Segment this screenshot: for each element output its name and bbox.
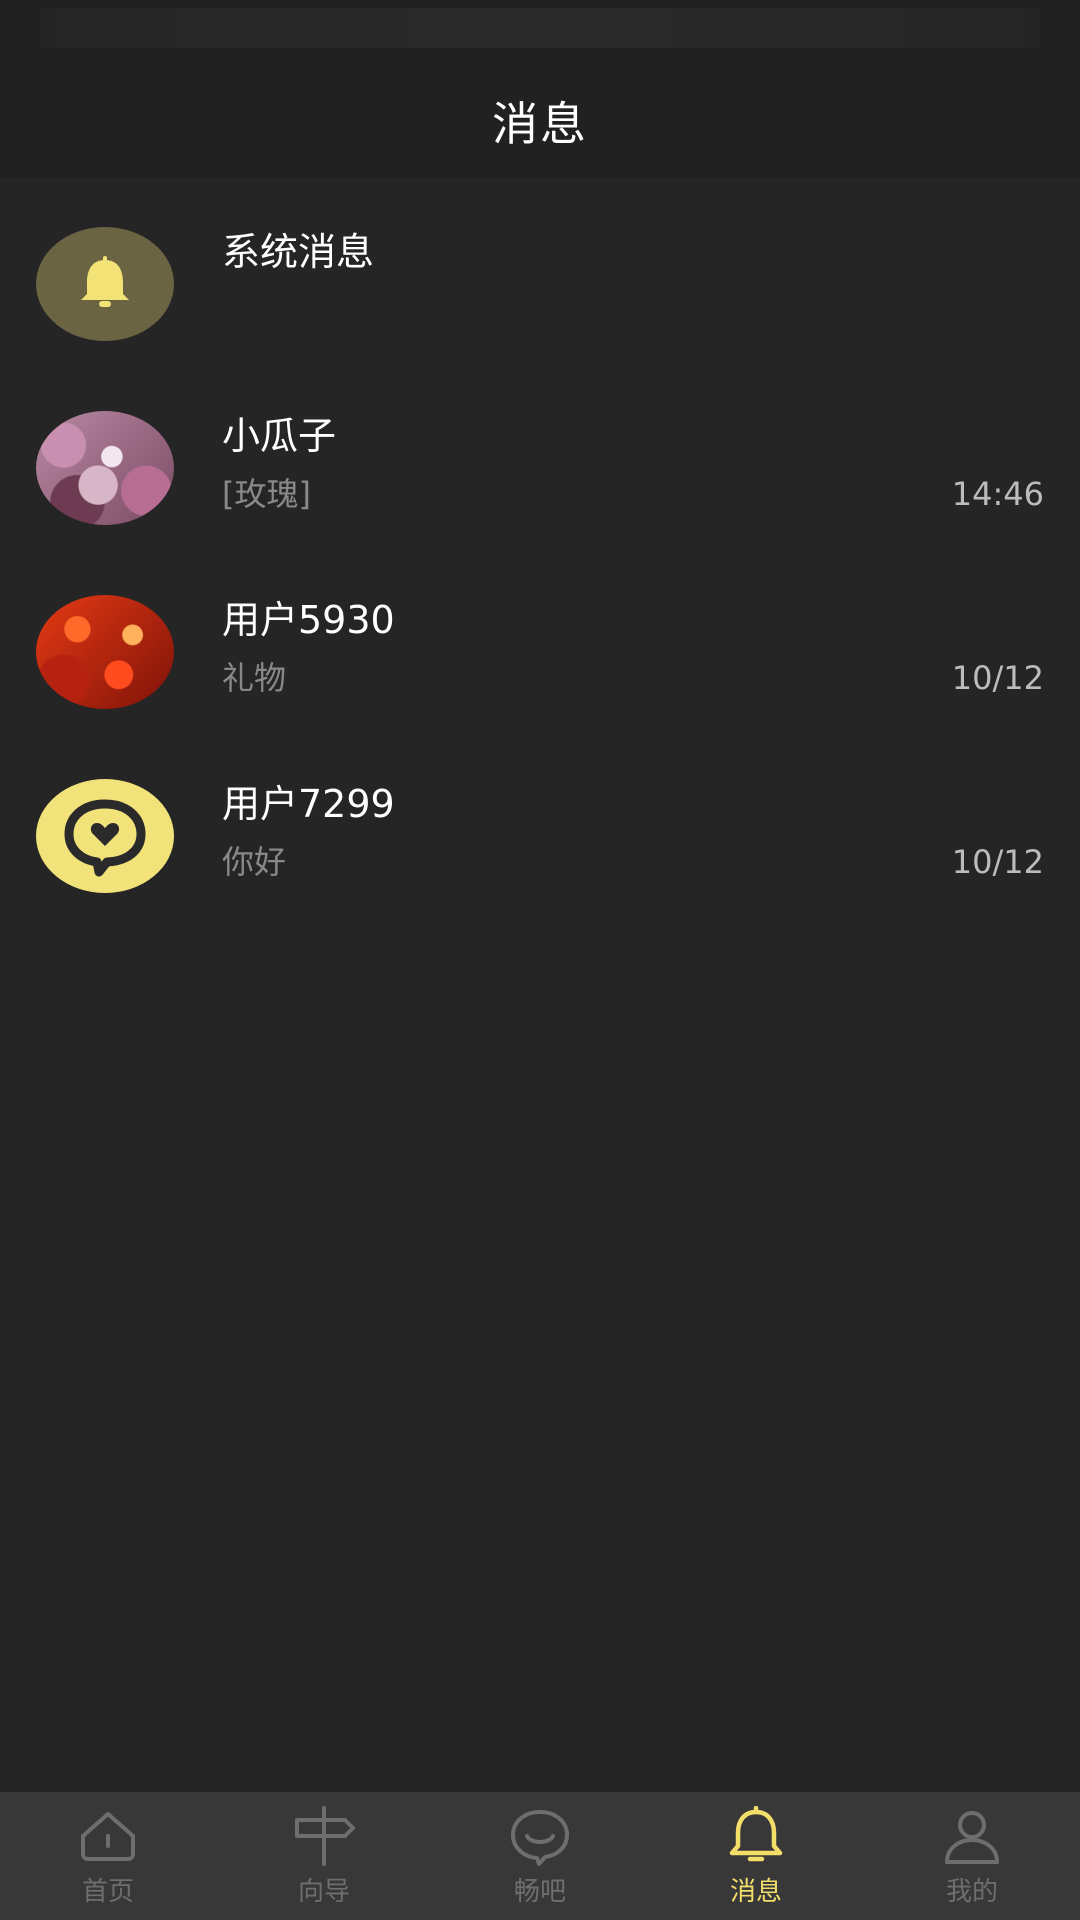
bell-icon <box>729 1806 783 1862</box>
status-bar <box>40 8 1040 48</box>
chat-heart-avatar <box>36 779 174 893</box>
conversation-preview: 你好 <box>222 843 287 881</box>
home-icon <box>81 1812 135 1861</box>
conversation-time: 10/12 <box>951 843 1044 881</box>
conversation-name: 用户7299 <box>222 782 395 826</box>
conversation-preview: [玫瑰] <box>222 475 311 513</box>
conversation-preview: 礼物 <box>222 659 287 697</box>
bell-avatar <box>36 227 174 341</box>
user-icon <box>945 1811 999 1864</box>
tab-messages[interactable]: 消息 <box>648 1792 864 1920</box>
bell-icon <box>81 256 129 307</box>
conversation-name: 小瓜子 <box>222 414 337 458</box>
messages-screen: 消息 系统消息 小瓜子 [玫瑰] 14:46 用户5930 礼物 10/12 用… <box>0 0 1080 1920</box>
tab-label: 向导 <box>297 1877 350 1907</box>
header: 消息 <box>0 0 1080 178</box>
conversation-name: 用户5930 <box>222 598 395 642</box>
chat-heart-icon <box>64 799 146 877</box>
conversation-item-user7299[interactable]: 用户7299 你好 10/12 <box>0 730 1080 914</box>
tab-profile[interactable]: 我的 <box>864 1792 1080 1920</box>
tab-label: 首页 <box>81 1877 134 1907</box>
chat-bubble-icon <box>511 1810 569 1866</box>
photo-avatar <box>36 411 174 525</box>
tab-label: 消息 <box>729 1877 782 1907</box>
conversation-item-xiaoguazi[interactable]: 小瓜子 [玫瑰] 14:46 <box>0 362 1080 546</box>
conversation-item-system[interactable]: 系统消息 <box>0 178 1080 362</box>
tab-home[interactable]: 首页 <box>0 1792 216 1920</box>
conversation-item-user5930[interactable]: 用户5930 礼物 10/12 <box>0 546 1080 730</box>
tab-changba[interactable]: 畅吧 <box>432 1792 648 1920</box>
conversation-time: 10/12 <box>951 659 1044 697</box>
conversation-list: 系统消息 小瓜子 [玫瑰] 14:46 用户5930 礼物 10/12 用户72… <box>0 178 1080 914</box>
tab-label: 畅吧 <box>513 1877 566 1907</box>
conversation-time: 14:46 <box>951 475 1044 513</box>
bottom-tab-bar: 首页 向导 畅吧 消息 我的 <box>0 1792 1080 1920</box>
signpost-icon <box>295 1806 355 1866</box>
page-title: 消息 <box>492 97 588 151</box>
tab-guide[interactable]: 向导 <box>216 1792 432 1920</box>
conversation-name: 系统消息 <box>222 230 375 274</box>
tab-label: 我的 <box>945 1877 998 1907</box>
photo-avatar <box>36 595 174 709</box>
